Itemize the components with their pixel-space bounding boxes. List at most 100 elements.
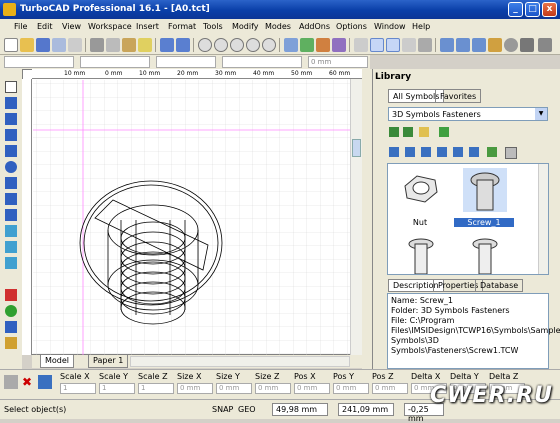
cancel-icon[interactable]: ✖ bbox=[22, 375, 32, 389]
minimize-button[interactable]: _ bbox=[508, 2, 523, 17]
zoom-out-icon[interactable] bbox=[214, 38, 228, 52]
add-icon[interactable] bbox=[439, 127, 449, 137]
vertical-scrollbar[interactable] bbox=[350, 79, 362, 355]
symbol-scrollbar[interactable] bbox=[538, 164, 548, 274]
open-folder-icon[interactable] bbox=[20, 38, 34, 52]
symbol-screw[interactable] bbox=[454, 232, 514, 274]
field-size-z[interactable]: 0 mm bbox=[255, 383, 291, 394]
field-pos-y[interactable]: 0 mm bbox=[333, 383, 369, 394]
finish-icon[interactable] bbox=[4, 375, 18, 389]
tree-icon[interactable] bbox=[487, 147, 497, 157]
field-pos-x[interactable]: 0 mm bbox=[294, 383, 330, 394]
options-icon[interactable] bbox=[38, 375, 52, 389]
menu-tools[interactable]: Tools bbox=[203, 22, 223, 31]
light-icon[interactable] bbox=[488, 38, 502, 52]
render-icon[interactable] bbox=[284, 38, 298, 52]
menu-modes[interactable]: Modes bbox=[265, 22, 291, 31]
folder-icon[interactable] bbox=[419, 127, 429, 137]
zoom-previous-icon[interactable] bbox=[262, 38, 276, 52]
insert-symbol-icon[interactable] bbox=[5, 337, 17, 349]
zoom-window-icon[interactable] bbox=[230, 38, 244, 52]
render-mode-icon[interactable] bbox=[520, 38, 534, 52]
cut-icon[interactable] bbox=[90, 38, 104, 52]
field-scale-y[interactable]: 1 bbox=[99, 383, 135, 394]
circle-icon[interactable] bbox=[5, 161, 17, 173]
modify-icon[interactable] bbox=[5, 321, 17, 333]
menu-options[interactable]: Options bbox=[336, 22, 367, 31]
snap-indicator[interactable]: SNAP bbox=[212, 405, 233, 414]
symbol-bolt[interactable] bbox=[390, 232, 450, 274]
menu-window[interactable]: Window bbox=[374, 22, 406, 31]
snap-icon[interactable] bbox=[402, 38, 416, 52]
save-icon[interactable] bbox=[36, 38, 50, 52]
menu-file[interactable]: File bbox=[14, 22, 27, 31]
insert-3d-icon[interactable] bbox=[389, 147, 399, 157]
extrude-icon[interactable] bbox=[5, 241, 17, 253]
point-icon[interactable] bbox=[5, 97, 17, 109]
tab-paper-1[interactable]: Paper 1 bbox=[88, 355, 129, 368]
zoom-in-icon[interactable] bbox=[198, 38, 212, 52]
print-preview-icon[interactable] bbox=[68, 38, 82, 52]
line-icon[interactable] bbox=[5, 113, 17, 125]
decal-icon[interactable] bbox=[453, 147, 463, 157]
menu-workspace[interactable]: Workspace bbox=[88, 22, 132, 31]
menu-edit[interactable]: Edit bbox=[37, 22, 53, 31]
maximize-button[interactable]: □ bbox=[525, 2, 540, 17]
layer-icon[interactable] bbox=[300, 38, 314, 52]
brush-select[interactable] bbox=[156, 56, 216, 68]
undo-icon[interactable] bbox=[160, 38, 174, 52]
paste-icon[interactable] bbox=[122, 38, 136, 52]
menu-modify[interactable]: Modify bbox=[232, 22, 259, 31]
spline-icon[interactable] bbox=[5, 209, 17, 221]
zoom-extents-icon[interactable] bbox=[246, 38, 260, 52]
pen-color-select[interactable] bbox=[80, 56, 150, 68]
drawing-area[interactable] bbox=[22, 69, 363, 356]
field-pos-z[interactable]: 0 mm bbox=[372, 383, 408, 394]
redo-icon[interactable] bbox=[176, 38, 190, 52]
revolve-icon[interactable] bbox=[5, 257, 17, 269]
field-size-x[interactable]: 0 mm bbox=[177, 383, 213, 394]
ortho-icon[interactable] bbox=[386, 38, 400, 52]
curve-icon[interactable] bbox=[5, 193, 17, 205]
forward-icon[interactable] bbox=[403, 127, 413, 137]
blocks-icon[interactable] bbox=[332, 38, 346, 52]
menu-insert[interactable]: Insert bbox=[136, 22, 159, 31]
material-icon[interactable] bbox=[421, 147, 431, 157]
print-icon[interactable] bbox=[52, 38, 66, 52]
hatch-icon[interactable] bbox=[5, 305, 17, 317]
geo-indicator[interactable]: GEO bbox=[238, 405, 256, 414]
box-3d-icon[interactable] bbox=[5, 225, 17, 237]
layer-select[interactable] bbox=[4, 56, 74, 68]
library-folder-select[interactable]: 3D Symbols Fasteners ▼ bbox=[388, 107, 548, 121]
pattern-icon[interactable] bbox=[469, 147, 479, 157]
menu-format[interactable]: Format bbox=[168, 22, 196, 31]
measure-icon[interactable] bbox=[418, 38, 432, 52]
menu-view[interactable]: View bbox=[62, 22, 81, 31]
view-iso-icon[interactable] bbox=[472, 38, 486, 52]
new-file-icon[interactable] bbox=[4, 38, 18, 52]
horizontal-scrollbar[interactable] bbox=[130, 356, 350, 367]
scroll-thumb[interactable] bbox=[352, 139, 361, 157]
luminance-icon[interactable] bbox=[437, 147, 447, 157]
close-button[interactable]: x bbox=[542, 2, 557, 17]
polyline-icon[interactable] bbox=[5, 129, 17, 141]
tab-database[interactable]: Database bbox=[475, 279, 524, 292]
symbol-screw-1[interactable]: Screw_1 bbox=[454, 166, 514, 227]
arc-icon[interactable] bbox=[5, 177, 17, 189]
menu-addons[interactable]: AddOns bbox=[299, 22, 330, 31]
dimension-icon[interactable] bbox=[5, 289, 17, 301]
field-size-y[interactable]: 0 mm bbox=[216, 383, 252, 394]
view-top-icon[interactable] bbox=[440, 38, 454, 52]
view-mode-icon[interactable] bbox=[505, 147, 517, 159]
insert-2d-icon[interactable] bbox=[405, 147, 415, 157]
tab-favorites[interactable]: Favorites bbox=[435, 89, 482, 103]
camera-icon[interactable] bbox=[504, 38, 518, 52]
field-scale-z[interactable]: 1 bbox=[138, 383, 174, 394]
copy-icon[interactable] bbox=[106, 38, 120, 52]
symbol-nut[interactable]: Nut bbox=[390, 166, 450, 227]
text-tool-icon[interactable] bbox=[5, 273, 17, 285]
check-icon[interactable] bbox=[354, 38, 368, 52]
select-arrow-icon[interactable] bbox=[5, 81, 17, 93]
explorer-icon[interactable] bbox=[316, 38, 330, 52]
pen-width-field[interactable]: 0 mm bbox=[308, 56, 368, 68]
